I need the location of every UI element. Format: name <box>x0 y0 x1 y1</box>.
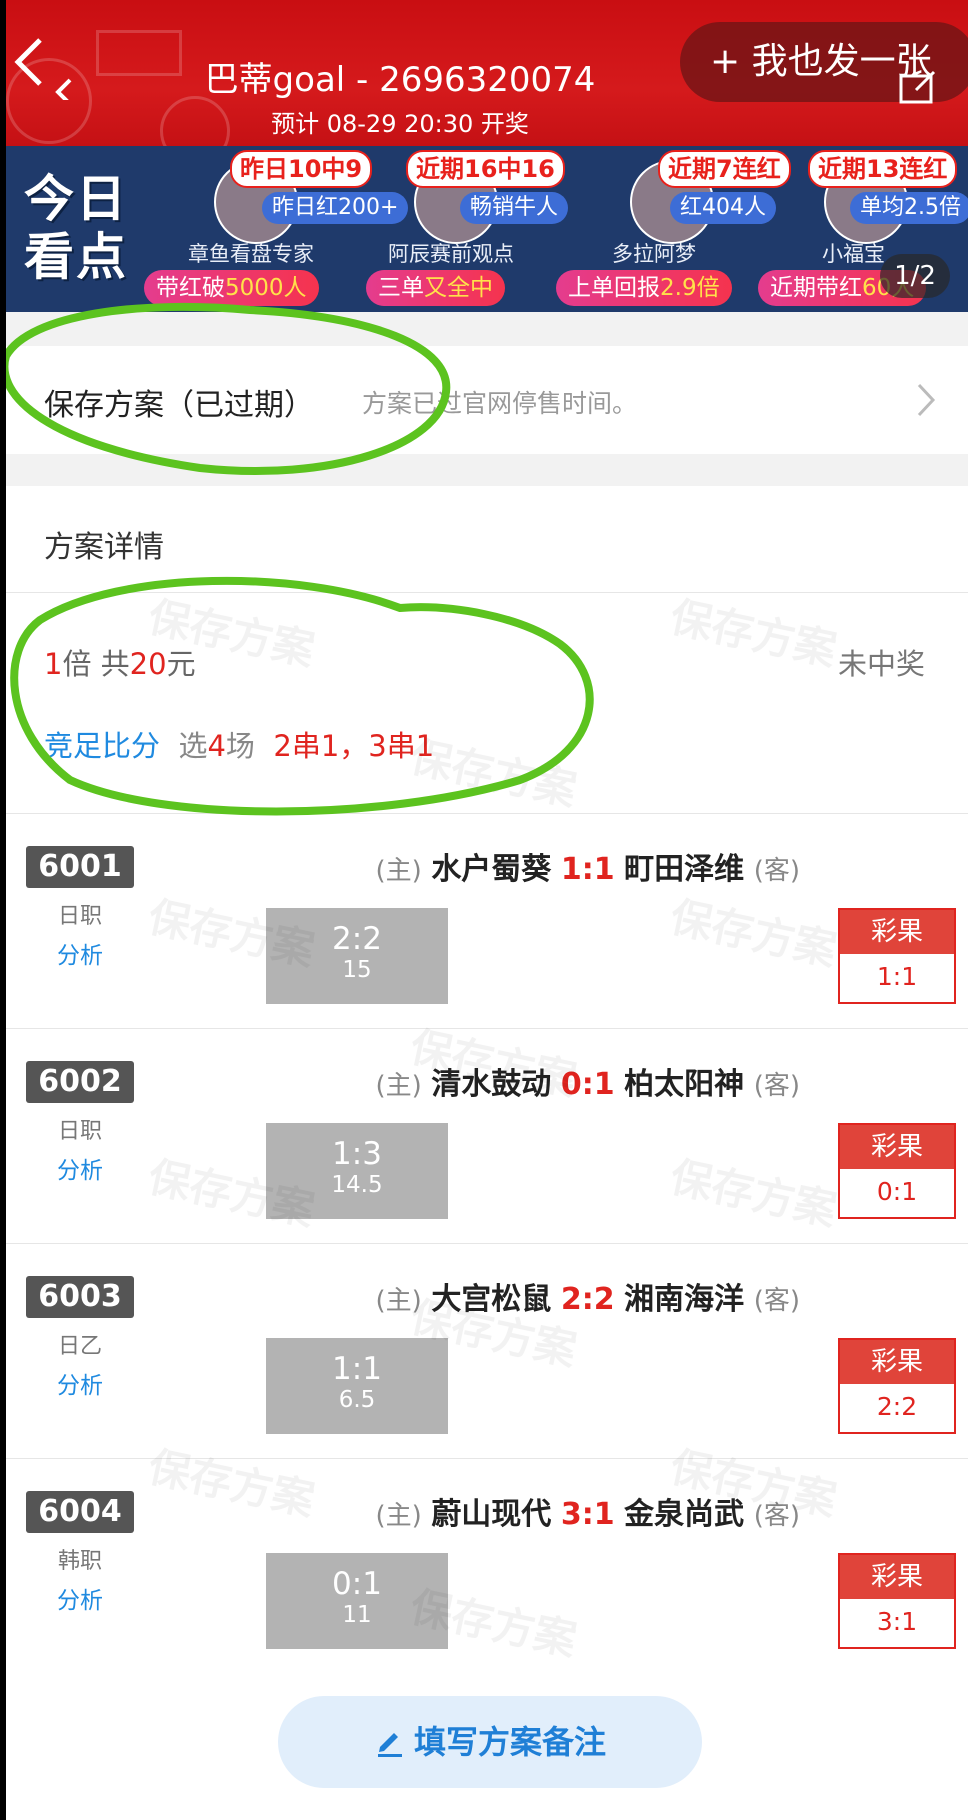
edit-icon <box>377 1733 402 1757</box>
expert-card[interactable]: 近期13连红 单均2.5倍 小福宝 <box>806 146 968 266</box>
banner-pager: 1/2 <box>880 254 950 298</box>
footer-bar: 填写方案备注 <box>0 1672 968 1820</box>
expert-name: 章鱼看盘专家 <box>188 242 314 266</box>
match-teams: (主) 蔚山现代 3:1 金泉尚武 (客) <box>375 1497 800 1532</box>
match-code: 6001 <box>26 846 134 888</box>
expert-stat: 红404人 <box>670 192 776 224</box>
back-icon <box>14 38 72 106</box>
analysis-link[interactable]: 分析 <box>26 1366 134 1400</box>
pick-cell: 0:1 11 <box>266 1553 448 1649</box>
hot-tag: 上单回报2.9倍 <box>556 270 732 306</box>
match-row: 6003 日乙 分析 (主) 大宫松鼠 2:2 湘南海洋 (客) 1:1 6.5… <box>0 1244 968 1459</box>
section-title: 方案详情 <box>44 530 164 565</box>
plan-summary: 1倍 共20元 未中奖 竞足比分 选4场 2串1，3串1 <box>0 593 968 814</box>
result-box: 彩果 0:1 <box>838 1123 956 1219</box>
expert-card[interactable]: 近期16中16 畅销牛人 阿辰赛前观点 <box>388 146 596 266</box>
expert-card[interactable]: 昨日10中9 昨日红200+ 章鱼看盘专家 <box>188 146 409 266</box>
hot-tag: 三单又全中 <box>366 270 505 306</box>
screen-edge <box>0 0 6 1820</box>
write-note-button[interactable]: 填写方案备注 <box>278 1696 702 1788</box>
expert-card[interactable]: 近期7连红 红404人 多拉阿梦 <box>612 146 812 266</box>
analysis-link[interactable]: 分析 <box>26 1151 134 1185</box>
save-plan-desc: 方案已过官网停售时间。 <box>362 389 638 418</box>
result-box: 彩果 3:1 <box>838 1553 956 1649</box>
expert-record-tag: 近期16中16 <box>406 150 565 188</box>
plan-detail-header: 方案详情 <box>0 486 968 593</box>
match-teams: (主) 清水鼓动 0:1 柏太阳神 (客) <box>375 1067 800 1102</box>
chevron-right-icon <box>917 383 936 417</box>
expert-name: 小福宝 <box>822 242 885 266</box>
expert-stat: 单均2.5倍 <box>850 192 968 224</box>
match-code: 6002 <box>26 1061 134 1103</box>
match-code: 6003 <box>26 1276 134 1318</box>
expert-name: 阿辰赛前观点 <box>388 242 514 266</box>
league-name: 韩职 <box>57 1549 102 1574</box>
match-row: 6001 日职 分析 (主) 水户蜀葵 1:1 町田泽维 (客) 2:2 15 … <box>0 814 968 1029</box>
expert-record-tag: 近期7连红 <box>658 150 791 188</box>
hot-tag: 带红破5000人 <box>144 270 319 306</box>
highlights-banner[interactable]: 今日 看点 昨日10中9 昨日红200+ 章鱼看盘专家 近期16中16 畅销牛人… <box>0 146 968 312</box>
pick-cell: 1:3 14.5 <box>266 1123 448 1219</box>
match-code: 6004 <box>26 1491 134 1533</box>
save-plan-title: 保存方案（已过期） <box>44 388 314 423</box>
match-teams: (主) 大宫松鼠 2:2 湘南海洋 (客) <box>375 1282 800 1317</box>
pick-cell: 2:2 15 <box>266 908 448 1004</box>
draw-time: 预计 08-29 20:30 开奖 <box>271 110 529 138</box>
expert-record-tag: 近期13连红 <box>808 150 958 188</box>
share-icon[interactable] <box>898 70 938 106</box>
expert-name: 多拉阿梦 <box>612 242 696 266</box>
bet-amount: 1倍 共20元 <box>44 647 196 681</box>
match-row: 6002 日职 分析 (主) 清水鼓动 0:1 柏太阳神 (客) 1:3 14.… <box>0 1029 968 1244</box>
play-type: 竞足比分 选4场 2串1，3串1 <box>44 729 435 763</box>
pick-cell: 1:1 6.5 <box>266 1338 448 1434</box>
league-name: 日职 <box>57 904 102 929</box>
analysis-link[interactable]: 分析 <box>26 1581 134 1615</box>
expert-stat: 昨日红200+ <box>262 192 409 224</box>
league-name: 日职 <box>57 1119 102 1144</box>
result-box: 彩果 1:1 <box>838 908 956 1004</box>
match-row: 6004 韩职 分析 (主) 蔚山现代 3:1 金泉尚武 (客) 0:1 11 … <box>0 1459 968 1674</box>
prize-status: 未中奖 <box>838 647 926 681</box>
expert-record-tag: 昨日10中9 <box>230 150 373 188</box>
expert-stat: 畅销牛人 <box>460 192 569 224</box>
back-button[interactable] <box>10 30 80 106</box>
match-teams: (主) 水户蜀葵 1:1 町田泽维 (客) <box>375 852 800 887</box>
league-name: 日乙 <box>57 1334 102 1359</box>
analysis-link[interactable]: 分析 <box>26 936 134 970</box>
banner-headline: 今日 看点 <box>24 170 128 286</box>
result-box: 彩果 2:2 <box>838 1338 956 1434</box>
header-bar: 巴蒂goal - 2696320074 预计 08-29 20:30 开奖 + … <box>0 0 968 148</box>
save-plan-row[interactable]: 保存方案（已过期） 方案已过官网停售时间。 <box>0 346 968 454</box>
